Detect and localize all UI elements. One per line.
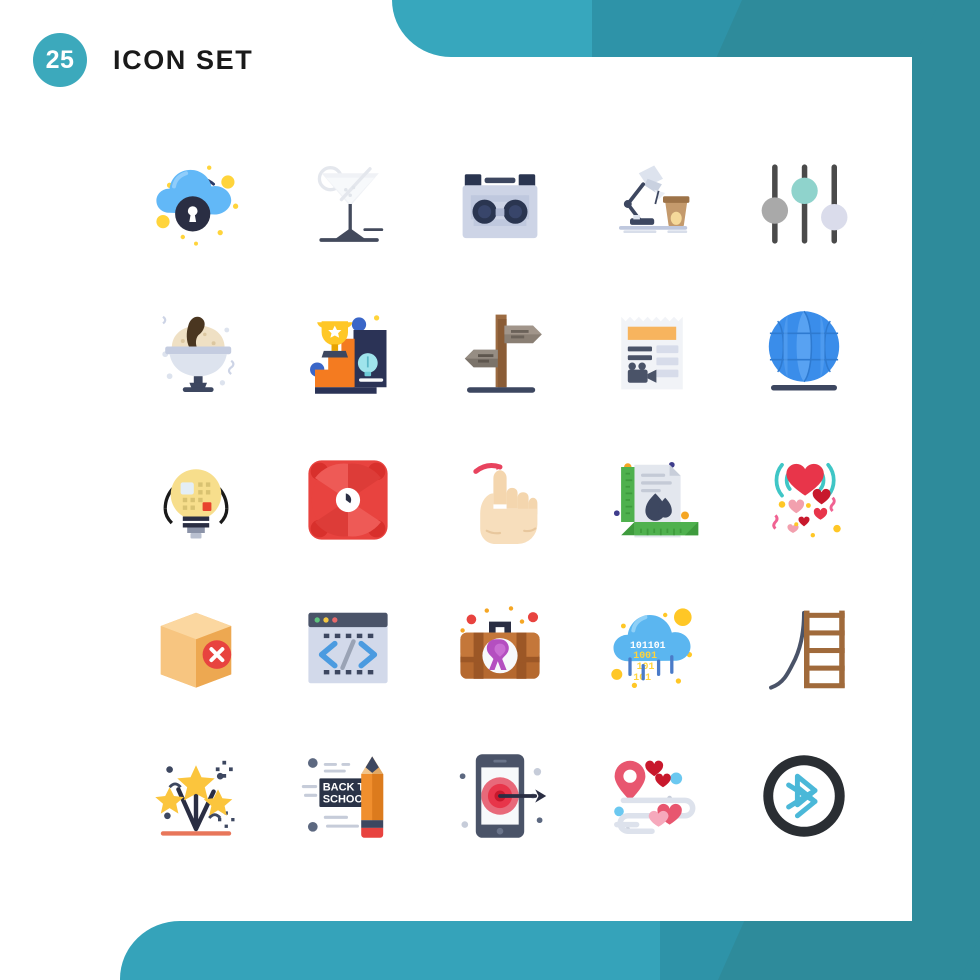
page-header: 25 ICON SET [0, 0, 912, 120]
settings-sliders-icon [761, 164, 848, 244]
icon-cell-signpost[interactable] [424, 278, 576, 426]
icon-cell-remote-control[interactable] [424, 130, 576, 278]
icon-cell-box-delete[interactable] [120, 574, 272, 722]
svg-text:101: 101 [637, 661, 655, 672]
icon-cell-desk-lamp[interactable] [576, 130, 728, 278]
cooling-fan-icon [308, 460, 388, 540]
icon-cell-cooling-fan[interactable] [272, 426, 424, 574]
icon-cell-love-route[interactable] [576, 722, 728, 870]
cloud-lock-icon [156, 165, 239, 246]
bottom-band-dark [620, 921, 980, 980]
document-ruler-icon [613, 461, 699, 538]
right-teal-band [912, 0, 980, 980]
love-route-icon [614, 760, 696, 834]
icon-cell-cloud-binary[interactable]: 101101 1001 101 101 [576, 574, 728, 722]
back-to-school-pencil-icon: BACK TO SCHOOL [301, 756, 384, 838]
signpost-icon [464, 314, 542, 393]
icon-cell-document-ruler[interactable] [576, 426, 728, 574]
news-video-icon [621, 316, 683, 390]
icon-cell-ladder-slide[interactable] [728, 574, 880, 722]
cloud-binary-data-icon: 101101 1001 101 101 [611, 608, 693, 689]
bottom-band-light [120, 921, 660, 980]
bottom-band-mid [418, 921, 745, 980]
lightbulb-circuit-icon [163, 469, 229, 539]
heart-signal-icon [772, 462, 841, 538]
hand-swipe-gesture-icon [473, 463, 538, 544]
icon-count-badge: 25 [33, 33, 87, 87]
icon-cell-lightbulb-circuit[interactable] [120, 426, 272, 574]
icon-cell-cloud-lock[interactable] [120, 130, 272, 278]
icon-cell-bluetooth[interactable] [728, 722, 880, 870]
mobile-target-icon [459, 754, 547, 838]
globe-icon [768, 310, 840, 391]
page-title: ICON SET [113, 44, 254, 75]
icon-cell-ice-cream[interactable] [120, 278, 272, 426]
icon-cell-back-to-school[interactable]: BACK TO SCHOOL [272, 722, 424, 870]
icon-cell-hand-swipe[interactable] [424, 426, 576, 574]
bluetooth-icon [763, 755, 845, 837]
icon-grid: 101101 1001 101 101 [120, 130, 880, 890]
icon-cell-mobile-target[interactable] [424, 722, 576, 870]
firework-stars-icon [155, 760, 235, 836]
icon-cell-firework-stars[interactable] [120, 722, 272, 870]
icon-cell-heart-signal[interactable] [728, 426, 880, 574]
cocktail-glass-icon [317, 166, 384, 242]
box-delete-icon [160, 612, 232, 688]
icon-cell-code-window[interactable] [272, 574, 424, 722]
code-window-icon [308, 612, 388, 684]
icon-cell-medical-briefcase[interactable] [424, 574, 576, 722]
icon-cell-cocktail[interactable] [272, 130, 424, 278]
ladder-slide-icon [769, 610, 845, 690]
bottom-right-teal-fill [760, 921, 980, 980]
desk-lamp-coffee-icon [619, 165, 690, 234]
ice-cream-sundae-icon [162, 315, 235, 393]
icon-cell-globe[interactable] [728, 278, 880, 426]
icon-cell-trophy-stairs[interactable] [272, 278, 424, 426]
medical-briefcase-icon [460, 606, 540, 679]
svg-text:1001: 1001 [633, 650, 657, 661]
trophy-stairs-icon [310, 315, 387, 394]
remote-control-icon [462, 174, 538, 239]
icon-set-canvas: 25 ICON SET 101101 1001 101 BACK TO SCHO… [0, 0, 980, 980]
icon-cell-news-video[interactable] [576, 278, 728, 426]
icon-cell-settings-sliders[interactable] [728, 130, 880, 278]
